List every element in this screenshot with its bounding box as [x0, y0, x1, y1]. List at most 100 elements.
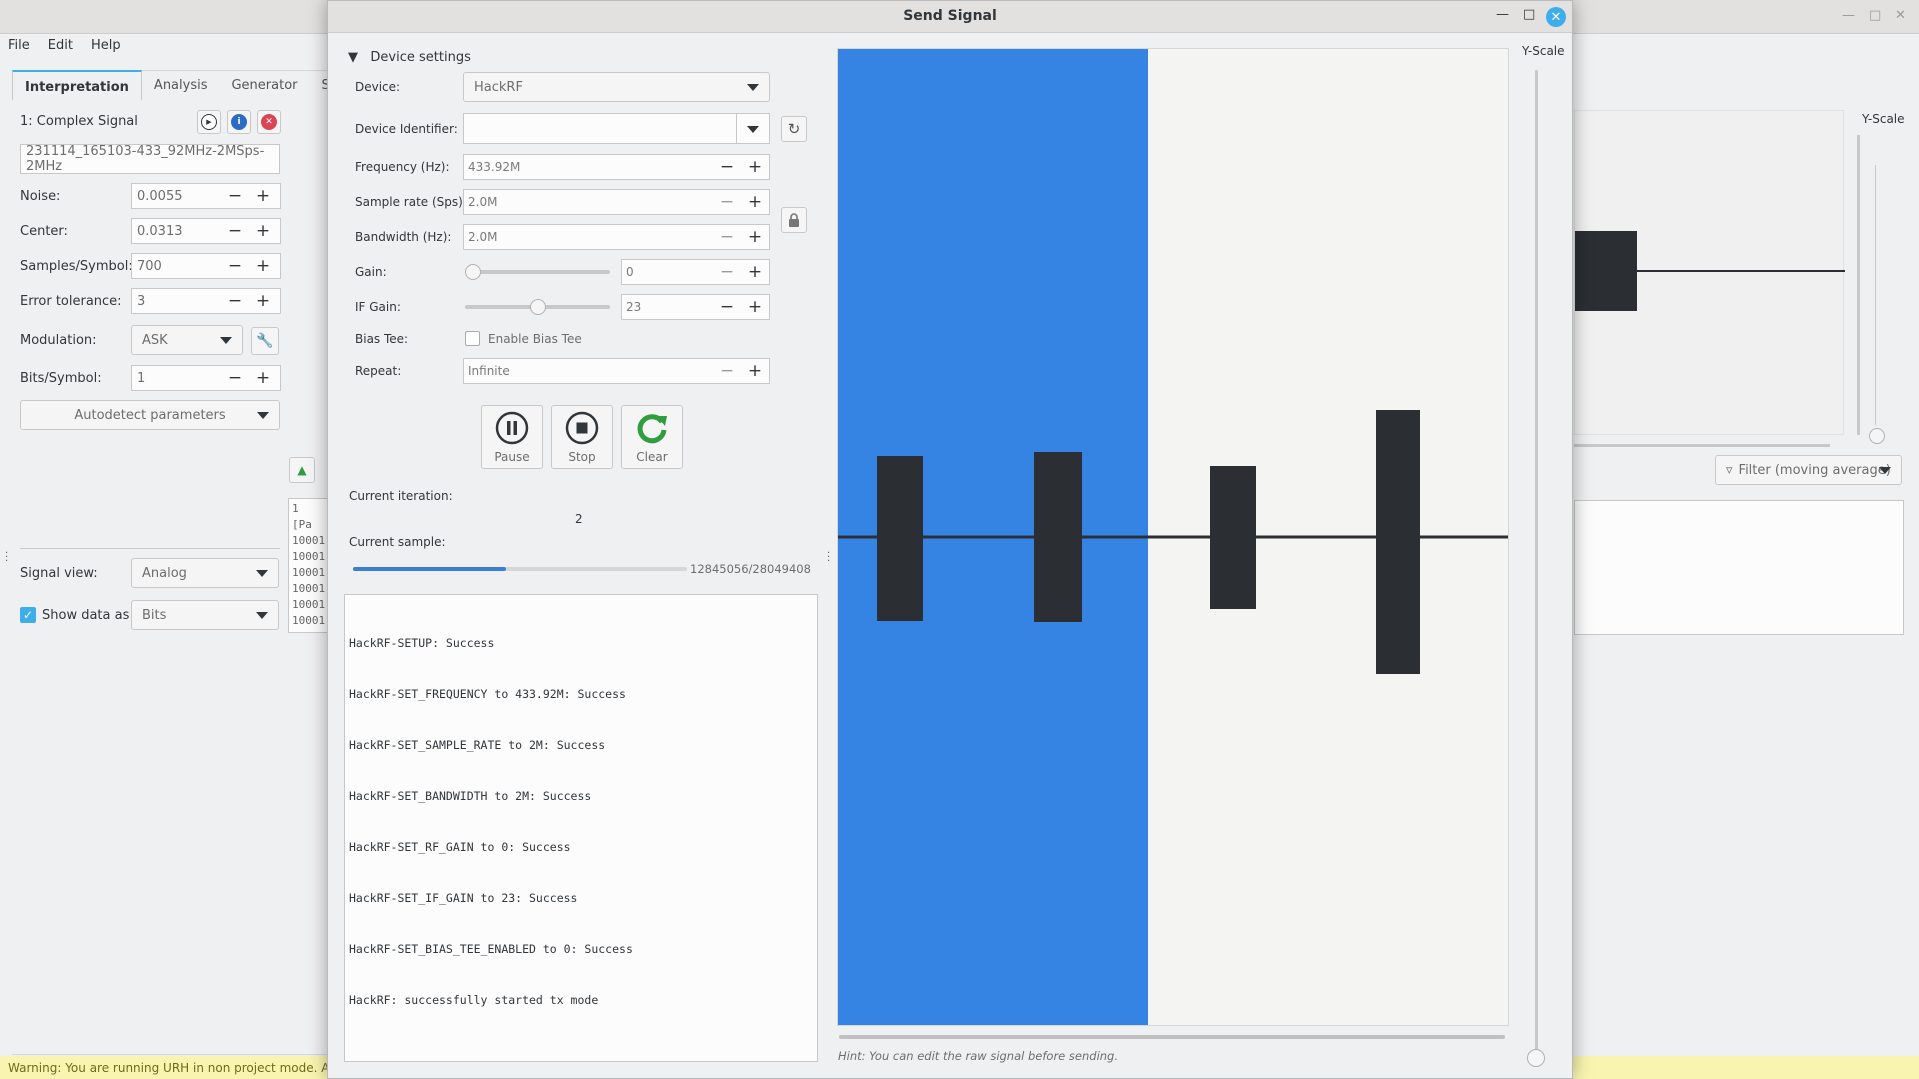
minimize-icon[interactable]: —: [1496, 7, 1509, 22]
tab-interpretation[interactable]: Interpretation: [12, 70, 142, 100]
signal-header: 1: Complex Signal: [20, 114, 138, 129]
gain-slider-track[interactable]: [465, 270, 610, 274]
info-button[interactable]: i: [227, 110, 251, 134]
current-iteration-label: Current iteration:: [349, 489, 453, 503]
device-label: Device:: [355, 80, 401, 94]
bits-preview: 1 [Pa 10001 10001 10001 10001 10001 1000…: [288, 498, 328, 633]
show-data-checkbox[interactable]: ✓: [20, 607, 36, 623]
main-tabs: Interpretation Analysis Generator Simu: [12, 70, 366, 100]
error-tolerance-decrement[interactable]: −: [224, 290, 246, 312]
noise-increment[interactable]: +: [252, 185, 274, 207]
go-up-button[interactable]: ▲: [289, 457, 315, 483]
background-yscale-handle[interactable]: [1869, 428, 1885, 444]
current-sample-label: Current sample:: [349, 535, 446, 549]
filter-button[interactable]: ▿ Filter (moving average): [1715, 455, 1902, 485]
noise-label: Noise:: [20, 189, 61, 204]
gain-decrement[interactable]: −: [716, 261, 738, 283]
samples-per-symbol-increment[interactable]: +: [252, 255, 274, 277]
device-identifier-combo[interactable]: [463, 113, 770, 144]
repeat-increment[interactable]: +: [744, 360, 766, 382]
bits-line: 10001: [292, 534, 326, 547]
triangle-down-icon: ▼: [348, 50, 358, 65]
yscale-slider-track[interactable]: [1535, 70, 1538, 1050]
modulation-combo[interactable]: ASK: [131, 325, 243, 355]
log-line: HackRF-SET_IF_GAIN to 23: Success: [349, 891, 578, 905]
device-combo[interactable]: HackRF: [463, 72, 770, 102]
clear-label: Clear: [636, 449, 668, 464]
signal-view-combo[interactable]: Analog: [131, 558, 279, 588]
lock-bandwidth-button[interactable]: [781, 207, 807, 233]
background-hscroll[interactable]: [1574, 444, 1830, 447]
repeat-decrement[interactable]: −: [716, 360, 738, 382]
center-increment[interactable]: +: [252, 220, 274, 242]
noise-decrement[interactable]: −: [224, 185, 246, 207]
center-decrement[interactable]: −: [224, 220, 246, 242]
error-tolerance-label: Error tolerance:: [20, 294, 122, 309]
bits-per-symbol-increment[interactable]: +: [252, 367, 274, 389]
bits-line: 10001: [292, 566, 326, 579]
chevron-down-icon: [257, 412, 269, 419]
pause-button[interactable]: Pause: [481, 405, 543, 469]
frequency-label: Frequency (Hz):: [355, 160, 450, 174]
bits-line: 10001: [292, 550, 326, 563]
error-tolerance-increment[interactable]: +: [252, 290, 274, 312]
frequency-increment[interactable]: +: [744, 156, 766, 178]
samples-per-symbol-decrement[interactable]: −: [224, 255, 246, 277]
clear-button[interactable]: Clear: [621, 405, 683, 469]
device-settings-toggle[interactable]: ▼ Device settings: [348, 50, 471, 65]
splitter-handle[interactable]: · · ·: [827, 549, 830, 567]
close-icon[interactable]: ✕: [1895, 8, 1906, 23]
modulation-settings-button[interactable]: 🔧: [251, 327, 279, 355]
close-dialog-button[interactable]: ✕: [1546, 7, 1566, 27]
signal-name[interactable]: Complex Signal: [37, 114, 138, 129]
bits-per-symbol-decrement[interactable]: −: [224, 367, 246, 389]
current-sample-progress: [353, 567, 687, 571]
menu-help[interactable]: Help: [91, 38, 121, 53]
splitter-handle[interactable]: · · ·: [5, 549, 8, 567]
maximize-icon[interactable]: □: [1523, 7, 1535, 22]
if-gain-label: IF Gain:: [355, 300, 401, 314]
sample-rate-decrement[interactable]: −: [716, 191, 738, 213]
tab-generator[interactable]: Generator: [219, 70, 309, 100]
refresh-devices-button[interactable]: ↻: [781, 116, 807, 142]
device-value: HackRF: [474, 79, 523, 95]
replay-button[interactable]: ▶: [197, 110, 221, 134]
tab-analysis[interactable]: Analysis: [142, 70, 220, 100]
show-data-combo[interactable]: Bits: [131, 600, 279, 630]
if-gain-increment[interactable]: +: [744, 296, 766, 318]
if-gain-slider-handle[interactable]: [529, 299, 546, 315]
stop-button[interactable]: Stop: [551, 405, 613, 469]
bandwidth-increment[interactable]: +: [744, 226, 766, 248]
sample-rate-label: Sample rate (Sps):: [355, 195, 467, 209]
bias-tee-checkbox[interactable]: [465, 331, 480, 346]
close-signal-button[interactable]: ✕: [257, 110, 281, 134]
bits-line: 10001: [292, 629, 325, 632]
autodetect-parameters-button[interactable]: Autodetect parameters: [20, 400, 280, 430]
background-yscale-track[interactable]: [1857, 135, 1860, 435]
log-line: HackRF-SET_BANDWIDTH to 2M: Success: [349, 789, 592, 803]
background-signal-burst: [1575, 231, 1637, 311]
minimize-icon[interactable]: —: [1842, 8, 1855, 23]
log-line: HackRF-SETUP: Success: [349, 636, 495, 650]
menu-edit[interactable]: Edit: [48, 38, 73, 53]
frequency-decrement[interactable]: −: [716, 156, 738, 178]
gain-increment[interactable]: +: [744, 261, 766, 283]
maximize-icon[interactable]: □: [1869, 8, 1881, 23]
signal-filename-field[interactable]: 231114_165103-433_92MHz-2MSps-2MHz: [20, 144, 280, 174]
funnel-icon: ▿: [1726, 462, 1733, 478]
if-gain-decrement[interactable]: −: [716, 296, 738, 318]
chevron-down-icon: [747, 84, 759, 91]
yscale-slider-handle[interactable]: [1527, 1049, 1545, 1067]
signal-graph[interactable]: [837, 48, 1509, 1026]
current-sample-value: 12845056/28049408: [690, 562, 811, 576]
gain-slider-handle[interactable]: [465, 264, 481, 280]
bias-tee-checkbox-label[interactable]: Enable Bias Tee: [488, 332, 582, 346]
menu-file[interactable]: File: [8, 38, 30, 53]
wrench-icon: 🔧: [256, 333, 274, 349]
signal-view-value: Analog: [142, 565, 187, 581]
chevron-down-icon: [220, 337, 232, 344]
bandwidth-decrement[interactable]: −: [716, 226, 738, 248]
device-log[interactable]: HackRF-SETUP: Success HackRF-SET_FREQUEN…: [344, 594, 818, 1062]
sample-rate-increment[interactable]: +: [744, 191, 766, 213]
graph-horizontal-scrollbar[interactable]: [839, 1035, 1505, 1039]
